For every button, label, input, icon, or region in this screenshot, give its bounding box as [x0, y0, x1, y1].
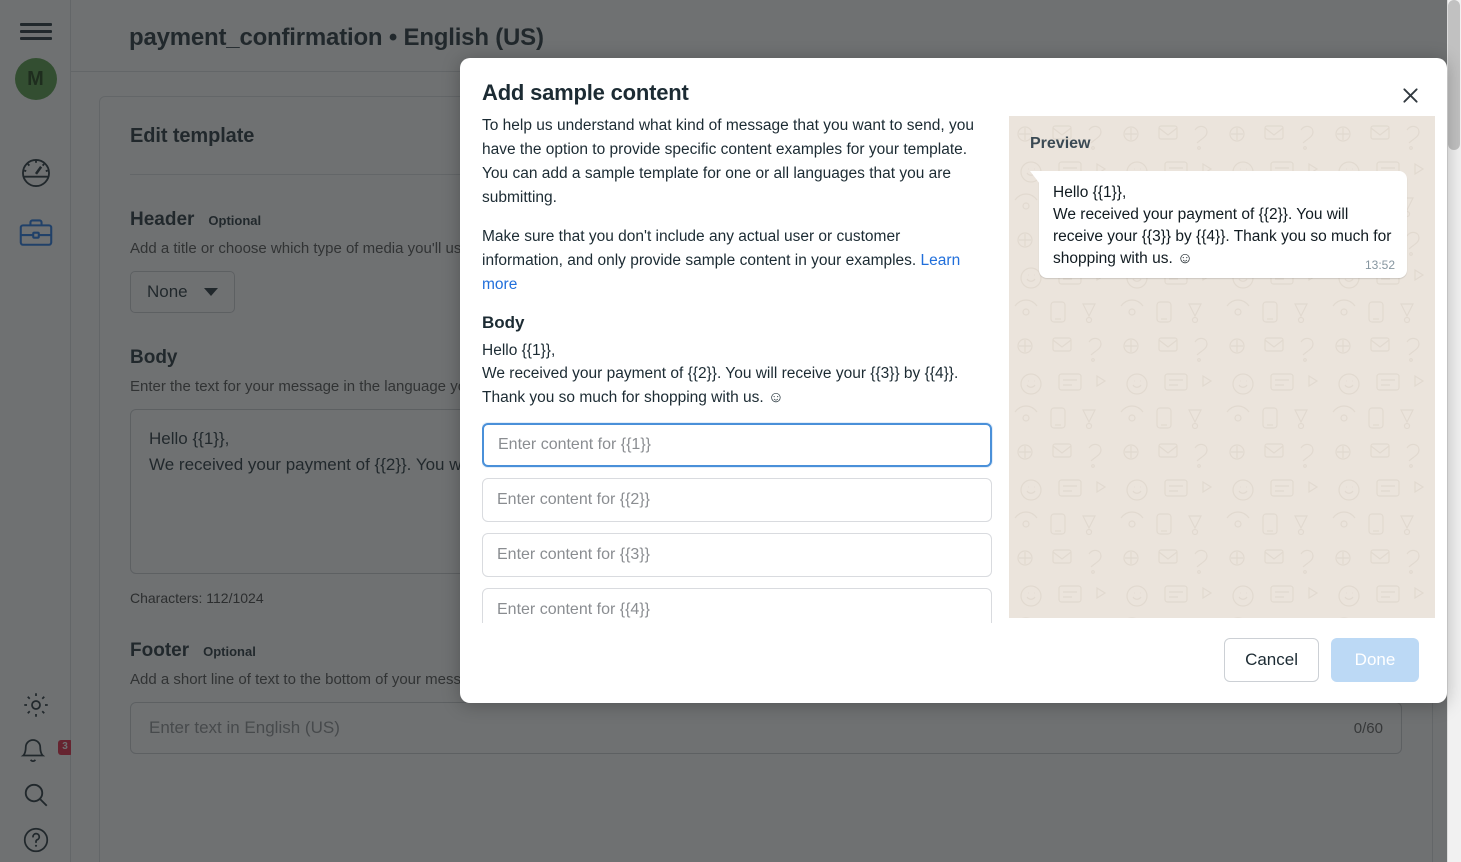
- dialog-warning-text: Make sure that you don't include any act…: [482, 228, 921, 270]
- preview-pane: Preview Hello {{1}}, We received your pa…: [1009, 116, 1435, 618]
- preview-label: Preview: [1030, 135, 1091, 152]
- close-icon: [1402, 87, 1418, 103]
- dialog-title: Add sample content: [482, 80, 689, 105]
- preview-message-bubble: Hello {{1}}, We received your payment of…: [1030, 171, 1407, 278]
- dialog-preview-column: Preview Hello {{1}}, We received your pa…: [1009, 114, 1435, 623]
- sample-input-2[interactable]: [482, 477, 992, 522]
- sample-input-3[interactable]: [482, 532, 992, 577]
- add-sample-content-dialog: Add sample content To help us understand…: [460, 58, 1447, 703]
- preview-message-text: Hello {{1}}, We received your payment of…: [1053, 184, 1392, 267]
- sample-input-1[interactable]: [482, 422, 992, 467]
- dialog-body-label: Body: [482, 313, 525, 333]
- dialog-footer: Cancel Done: [460, 623, 1447, 703]
- dialog-form-column: To help us understand what kind of messa…: [482, 114, 1009, 623]
- sample-input-4[interactable]: [482, 587, 992, 623]
- page-scrollbar[interactable]: [1447, 0, 1461, 862]
- dialog-intro-paragraph: To help us understand what kind of messa…: [482, 117, 975, 206]
- dialog-body: To help us understand what kind of messa…: [460, 114, 1447, 623]
- dialog-warning-paragraph: Make sure that you don't include any act…: [482, 225, 983, 297]
- page-scrollbar-thumb[interactable]: [1448, 0, 1460, 150]
- done-button[interactable]: Done: [1331, 638, 1419, 682]
- preview-message-timestamp: 13:52: [1364, 258, 1395, 272]
- dialog-body-sample-text: Hello {{1}}, We received your payment of…: [482, 342, 959, 406]
- close-button[interactable]: [1395, 80, 1425, 110]
- cancel-button[interactable]: Cancel: [1224, 638, 1319, 682]
- dialog-header: Add sample content: [460, 58, 1447, 114]
